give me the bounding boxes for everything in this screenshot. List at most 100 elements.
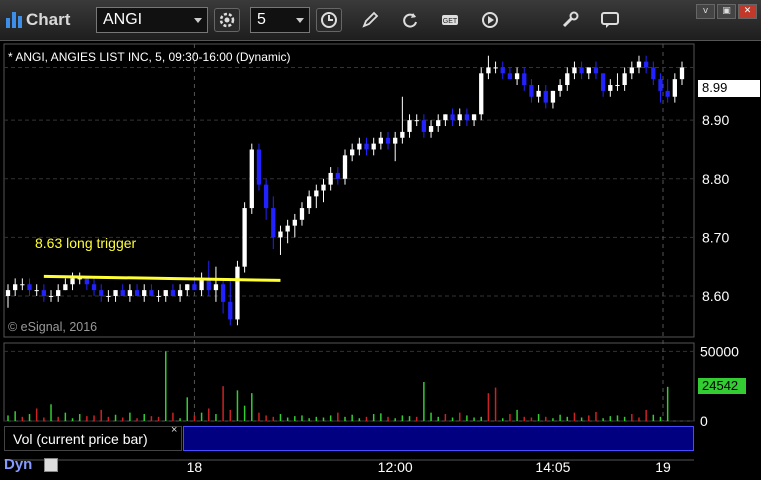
candle-body bbox=[651, 67, 656, 80]
candle-body bbox=[228, 301, 233, 320]
candle-body bbox=[636, 61, 642, 68]
candle-body bbox=[500, 67, 505, 74]
candle-body bbox=[249, 149, 254, 209]
candle-body bbox=[84, 278, 90, 285]
candle-body bbox=[127, 290, 133, 296]
candle-body bbox=[185, 284, 190, 291]
candle-body bbox=[13, 284, 18, 291]
candle-body bbox=[156, 295, 161, 297]
candle-body bbox=[407, 120, 412, 132]
candle-body bbox=[285, 225, 290, 232]
candle-body bbox=[314, 190, 319, 197]
last-price-tag: 8.99 bbox=[698, 80, 760, 97]
candle-body bbox=[5, 290, 11, 296]
candle-body bbox=[91, 284, 97, 291]
candle-body bbox=[486, 67, 491, 74]
price-tick-label: 8.80 bbox=[702, 171, 729, 187]
candle-body bbox=[321, 184, 326, 191]
time-tick-label: 18 bbox=[187, 459, 203, 475]
candle-body bbox=[543, 90, 548, 103]
candle-body bbox=[514, 73, 520, 80]
candle-body bbox=[679, 67, 685, 80]
lock-icon[interactable] bbox=[44, 458, 58, 472]
candle-body bbox=[643, 61, 649, 68]
candle-body bbox=[278, 231, 283, 238]
candle-body bbox=[421, 120, 427, 132]
candle-body bbox=[335, 172, 340, 179]
time-tick-label: 14:05 bbox=[535, 459, 570, 475]
time-tick-label: 12:00 bbox=[378, 459, 413, 475]
candle-body bbox=[192, 284, 197, 291]
candle-body bbox=[615, 85, 620, 87]
candle-body bbox=[263, 184, 269, 209]
candle-body bbox=[328, 172, 333, 185]
candle-body bbox=[20, 284, 25, 286]
price-tick-label: 8.70 bbox=[702, 229, 729, 245]
candle-body bbox=[629, 67, 634, 74]
candle-body bbox=[414, 120, 419, 122]
candle-body bbox=[350, 149, 355, 156]
candle-body bbox=[177, 290, 183, 296]
study-panel-bar[interactable] bbox=[183, 426, 694, 451]
study-label-text: Vol (current price bar) bbox=[13, 431, 148, 447]
candle-body bbox=[658, 79, 663, 91]
candle-body bbox=[400, 131, 405, 138]
candle-body bbox=[213, 284, 219, 291]
candle-body bbox=[436, 120, 441, 127]
candle-body bbox=[342, 155, 348, 179]
candle-body bbox=[70, 278, 75, 285]
candle-body bbox=[63, 284, 68, 291]
study-label[interactable]: Vol (current price bar) bbox=[4, 426, 182, 451]
candle-body bbox=[586, 67, 591, 74]
candle-body bbox=[371, 143, 376, 150]
price-panel-frame bbox=[3, 43, 695, 338]
candle-body bbox=[34, 290, 39, 292]
candle-body bbox=[163, 290, 168, 296]
candle-body bbox=[56, 290, 61, 296]
candle-body bbox=[113, 290, 118, 296]
candle-body bbox=[242, 208, 247, 267]
candle-body bbox=[306, 196, 312, 209]
candle-body bbox=[565, 73, 570, 86]
candle-body bbox=[77, 278, 82, 280]
candle-body bbox=[170, 290, 176, 296]
last-volume-tag: 24542 bbox=[698, 378, 746, 394]
candle-body bbox=[220, 284, 226, 302]
dynamic-mode-label[interactable]: Dyn bbox=[4, 456, 32, 473]
candle-body bbox=[536, 90, 541, 97]
candle-body bbox=[393, 137, 398, 144]
candlesticks bbox=[5, 55, 685, 326]
candle-body bbox=[443, 114, 448, 121]
volume-tick-label: 0 bbox=[700, 413, 708, 429]
candle-body bbox=[378, 137, 384, 144]
candle-body bbox=[622, 73, 627, 86]
candle-body bbox=[608, 85, 613, 91]
candle-body bbox=[149, 290, 154, 296]
candle-body bbox=[48, 295, 54, 297]
price-axis: 8.90 8.80 8.70 8.60 bbox=[702, 112, 729, 304]
candle-body bbox=[557, 85, 563, 91]
candle-body bbox=[385, 137, 391, 144]
candle-body bbox=[665, 90, 670, 97]
candle-body bbox=[579, 67, 584, 74]
candle-body bbox=[142, 290, 147, 296]
price-tick-label: 8.90 bbox=[702, 112, 729, 128]
candle-body bbox=[457, 114, 462, 121]
candle-body bbox=[572, 67, 577, 74]
candle-body bbox=[41, 290, 47, 296]
candle-body bbox=[479, 73, 484, 115]
candle-body bbox=[357, 143, 362, 150]
candle-body bbox=[550, 90, 556, 103]
candle-body bbox=[364, 143, 369, 150]
candle-body bbox=[522, 73, 527, 86]
chart-grid bbox=[3, 43, 695, 461]
trigger-annotation[interactable]: 8.63 long trigger bbox=[35, 235, 136, 251]
chart-title: * ANGI, ANGIES LIST INC, 5, 09:30-16:00 … bbox=[8, 50, 291, 64]
close-study-icon[interactable]: × bbox=[171, 424, 177, 436]
candle-body bbox=[256, 149, 262, 185]
candle-body bbox=[529, 85, 534, 97]
candle-body bbox=[471, 114, 477, 121]
candle-body bbox=[134, 290, 140, 296]
time-axis: 18 12:00 14:05 19 bbox=[187, 459, 671, 475]
candle-body bbox=[27, 284, 32, 291]
